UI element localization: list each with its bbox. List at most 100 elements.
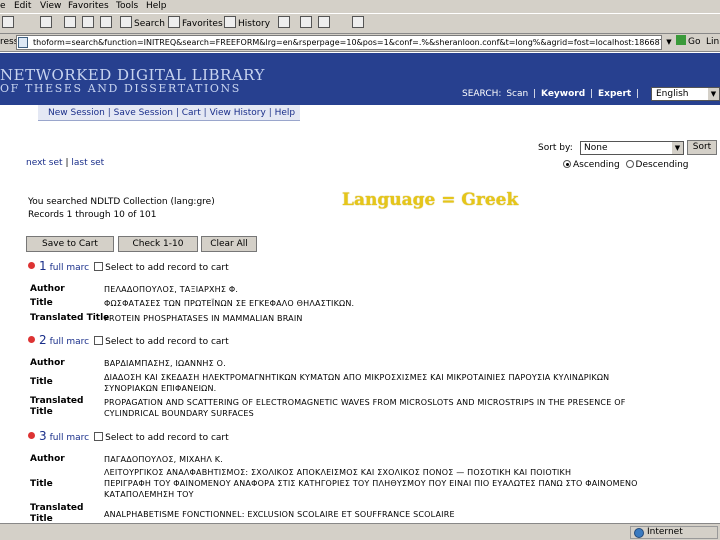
sort-select-value: None [584,143,608,153]
site-logo-subtitle: OF THESES AND DISSERTATIONS [0,82,241,95]
sort-select[interactable]: None ▼ [580,141,684,155]
sort-button[interactable]: Sort [687,140,717,155]
menu-view[interactable]: View [40,0,61,13]
links-button[interactable]: Lin [706,35,719,50]
address-bar: ress thoform=search&function=INITREQ&sea… [0,34,720,52]
view-history-link[interactable]: View History [210,108,266,118]
full-marc-link[interactable]: full marc [50,263,89,273]
chevron-down-icon: ▼ [708,88,719,100]
print-icon [300,16,312,28]
select-record-label: Select to add record to cart [105,337,229,347]
full-marc-link[interactable]: full marc [50,433,89,443]
record-bullet-icon [28,432,35,439]
select-record-label: Select to add record to cart [105,433,229,443]
menu-help[interactable]: Help [146,0,167,13]
page-icon [18,37,28,48]
separator: | [175,108,179,118]
history-icon [224,16,236,28]
translated-word: Translated [30,503,84,513]
field-label-author: Author [30,284,65,294]
save-to-cart-button[interactable]: Save to Cart [26,236,114,252]
field-value-title-cont: ΠΕΡΙΓΡΑΦΗ ΤΟΥ ΦΑΙΝΟΜΕΝΟΥ ΑΝΑΦΟΡΑ ΣΤΙΣ ΚΑ… [104,479,638,488]
stop-icon [64,16,76,28]
forward-button[interactable] [40,16,54,32]
select-record-label: Select to add record to cart [105,263,229,273]
keyword-link[interactable]: Keyword [541,89,585,99]
descending-label: Descending [635,160,689,170]
edit-button[interactable] [318,16,332,32]
field-label-title: Title [30,377,53,387]
separator: | [203,108,207,118]
select-record-checkbox[interactable] [94,262,104,271]
separator: | [65,158,69,168]
go-button[interactable]: Go [676,35,702,50]
language-select-value: English [656,89,689,99]
refresh-button[interactable] [82,16,96,32]
ascending-radio[interactable] [563,160,571,168]
chevron-down-icon[interactable]: ▼ [664,36,674,49]
record-bullet-icon [28,336,35,343]
select-record-checkbox[interactable] [94,432,104,441]
field-label-author: Author [30,358,65,368]
field-value-title-cont: ΚΑΤΑΠΟΛΕΜΗΣΗ ΤΟΥ [104,490,194,499]
help-link[interactable]: Help [275,108,296,118]
search-button[interactable]: Search [120,16,165,32]
title-word: Title [30,407,53,417]
field-value-title: ΔΙΑΔΟΣΗ ΚΑΙ ΣΚΕΔΑΣΗ ΗΛΕΚΤΡΟΜΑΓΝΗΤΙΚΩΝ ΚΥ… [104,373,610,382]
record-header: 1 full marc Select to add record to cart [28,259,229,273]
save-session-link[interactable]: Save Session [114,108,173,118]
field-value-author[interactable]: ΠΑΓΑΔΟΠΟΥΛΟΣ, ΜΙΧΑΗΛ Κ. [104,454,223,465]
menu-file[interactable]: e [0,0,6,13]
result-set-nav: next set | last set [26,158,104,168]
last-set-link[interactable]: last set [71,158,104,168]
field-label-author: Author [30,454,65,464]
back-button[interactable] [2,16,16,32]
search-mode-links: SEARCH: Scan | Keyword | Expert | [462,89,641,99]
clear-all-button[interactable]: Clear All [201,236,257,252]
select-record-checkbox[interactable] [94,336,104,345]
go-button-label: Go [688,37,701,47]
menu-edit[interactable]: Edit [14,0,31,13]
record-header: 3 full marc Select to add record to cart [28,429,229,443]
history-button-label: History [238,19,271,29]
sort-label: Sort by: [538,143,573,153]
favorites-button[interactable]: Favorites [168,16,223,32]
record-header: 2 full marc Select to add record to cart [28,333,229,347]
mail-button[interactable] [278,16,292,32]
translated-word: Translated [30,396,84,406]
field-label-translated-title: Translated Title [30,313,110,323]
descending-radio[interactable] [625,160,634,168]
home-button[interactable] [100,16,114,32]
menu-tools[interactable]: Tools [116,0,138,13]
expert-link[interactable]: Expert [598,89,631,99]
record-number[interactable]: 2 [39,333,47,347]
new-session-link[interactable]: New Session [48,108,105,118]
field-value-author[interactable]: ΠΕΛΑΔΟΠΟΥΛΟΣ, ΤΑΞΙΑΡΧΗΣ Φ. [104,284,238,295]
full-marc-link[interactable]: full marc [50,337,89,347]
separator: | [107,108,111,118]
field-value-title-cont: ΣΥΝΟΡΙΑΚΩΝ ΕΠΙΦΑΝΕΙΩΝ. [104,384,217,393]
check-all-button[interactable]: Check 1-10 [118,236,198,252]
field-value-title: ΦΩΣΦΑΤΑΣΕΣ ΤΩΝ ΠΡΩΤΕΪΝΩΝ ΣΕ ΕΓΚΕΦΑΛΟ ΘΗΛ… [104,299,355,308]
field-value-translated-title: PROPAGATION AND SCATTERING OF ELECTROMAG… [104,398,626,407]
print-button[interactable] [300,16,314,32]
next-set-link[interactable]: next set [26,158,63,168]
session-nav: New Session | Save Session | Cart | View… [0,105,720,122]
cart-link[interactable]: Cart [182,108,201,118]
language-select[interactable]: English ▼ [651,87,720,101]
scan-link[interactable]: Scan [506,89,528,99]
record-number[interactable]: 3 [39,429,47,443]
ascending-label: Ascending [573,160,620,170]
field-value-title: ΛΕΙΤΟΥΡΓΙΚΟΣ ΑΝΑΛΦΑΒΗΤΙΣΜΟΣ: ΣΧΟΛΙΚΟΣ ΑΠ… [104,468,572,477]
field-value-author[interactable]: ΒΑΡΔΙΑΜΠΑΣΗΣ, ΙΩΑΝΝΗΣ Ο. [104,358,226,369]
address-input[interactable]: thoform=search&function=INITREQ&search=F… [16,35,662,50]
discuss-button[interactable] [352,16,366,32]
history-button[interactable]: History [224,16,270,32]
home-icon [100,16,112,28]
field-value-translated-title-cont: CYLINDRICAL BOUNDARY SURFACES [104,409,254,418]
status-bar: Internet [0,523,720,540]
browser-toolbar: Search Favorites History [0,13,720,34]
menu-favorites[interactable]: Favorites [68,0,109,13]
stop-button[interactable] [64,16,78,32]
record-number[interactable]: 1 [39,259,47,273]
